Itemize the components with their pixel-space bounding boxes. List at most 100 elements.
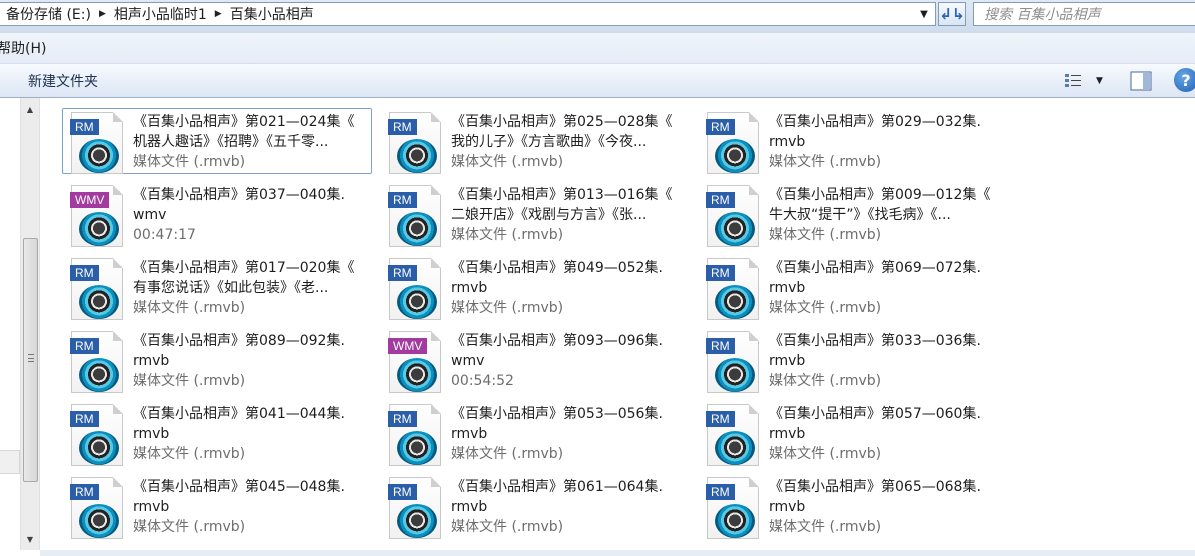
wmv-file-icon: WMV: [385, 331, 443, 393]
file-name-line: 《百集小品相声》第033—036集.: [769, 333, 981, 349]
file-item[interactable]: RM 《百集小品相声》第057—060集. rmvb 媒体文件 (.rmvb): [698, 400, 1008, 466]
file-name-line: 《百集小品相声》第069—072集.: [769, 260, 981, 276]
file-name-line: 有事您说话》《如此包装》《老...: [133, 280, 329, 296]
file-type-badge: RM: [70, 265, 99, 281]
preview-pane-icon: [1130, 71, 1152, 91]
file-details: 媒体文件 (.rmvb): [769, 519, 882, 535]
file-details: 媒体文件 (.rmvb): [451, 227, 564, 243]
media-reel-icon: [397, 431, 437, 465]
media-reel-icon: [79, 285, 119, 319]
file-label: 《百集小品相声》第009—012集《 牛大叔“提干”》《找毛病》《... 媒体文件 …: [769, 185, 1009, 245]
rmvb-file-icon: RM: [703, 331, 761, 393]
file-name-line: rmvb: [451, 499, 488, 515]
breadcrumb-separator-icon[interactable]: ▶: [213, 9, 224, 19]
refresh-button[interactable]: ↲↳: [938, 2, 966, 26]
file-name-line: 《百集小品相声》第089—092集.: [133, 333, 345, 349]
change-view-button[interactable]: ▼: [1060, 70, 1108, 92]
file-item[interactable]: RM 《百集小品相声》第029—032集. rmvb 媒体文件 (.rmvb): [698, 108, 1008, 174]
breadcrumb-drive[interactable]: 备份存储 (E:): [0, 4, 97, 24]
file-list[interactable]: RM 《百集小品相声》第021—024集《 机器人趣话》《招聘》《五千零... 媒体文…: [40, 98, 1195, 550]
file-details: 媒体文件 (.rmvb): [451, 300, 564, 316]
file-label: 《百集小品相声》第069—072集. rmvb 媒体文件 (.rmvb): [769, 258, 1009, 318]
address-bar[interactable]: 备份存储 (E:) ▶ 相声小品临时1 ▶ 百集小品相声 ▼: [0, 2, 936, 26]
file-name-line: 《百集小品相声》第037—040集.: [133, 187, 345, 203]
file-item[interactable]: RM 《百集小品相声》第017—020集《 有事您说话》《如此包装》《老... 媒体文…: [62, 254, 372, 320]
file-details: 媒体文件 (.rmvb): [133, 373, 246, 389]
file-label: 《百集小品相声》第017—020集《 有事您说话》《如此包装》《老... 媒体文件 …: [133, 258, 373, 318]
preview-pane-button[interactable]: [1130, 71, 1152, 91]
help-icon[interactable]: ?: [1174, 68, 1195, 92]
file-item[interactable]: RM 《百集小品相声》第069—072集. rmvb 媒体文件 (.rmvb): [698, 254, 1008, 320]
media-reel-icon: [715, 431, 755, 465]
file-item[interactable]: RM 《百集小品相声》第009—012集《 牛大叔“提干”》《找毛病》《... 媒体文…: [698, 181, 1008, 247]
file-item[interactable]: WMV 《百集小品相声》第093—096集. wmv 00:54:52: [380, 327, 690, 393]
search-input[interactable]: 搜索 百集小品相声: [973, 2, 1195, 26]
file-name-line: rmvb: [769, 353, 806, 369]
file-label: 《百集小品相声》第093—096集. wmv 00:54:52: [451, 331, 691, 391]
file-item[interactable]: RM 《百集小品相声》第021—024集《 机器人趣话》《招聘》《五千零... 媒体文…: [62, 108, 372, 174]
file-details: 媒体文件 (.rmvb): [769, 446, 882, 462]
file-name-line: wmv: [451, 353, 485, 369]
file-name-line: rmvb: [133, 426, 170, 442]
file-details: 媒体文件 (.rmvb): [769, 373, 882, 389]
file-item[interactable]: RM 《百集小品相声》第065—068集. rmvb 媒体文件 (.rmvb): [698, 473, 1008, 539]
file-name-line: 机器人趣话》《招聘》《五千零...: [133, 134, 329, 150]
file-label: 《百集小品相声》第041—044集. rmvb 媒体文件 (.rmvb): [133, 404, 373, 464]
file-name-line: 《百集小品相声》第053—056集.: [451, 406, 663, 422]
file-item[interactable]: RM 《百集小品相声》第033—036集. rmvb 媒体文件 (.rmvb): [698, 327, 1008, 393]
media-reel-icon: [715, 358, 755, 392]
file-type-badge: RM: [706, 338, 735, 354]
breadcrumb-current-folder[interactable]: 百集小品相声: [224, 4, 320, 24]
file-label: 《百集小品相声》第029—032集. rmvb 媒体文件 (.rmvb): [769, 112, 1009, 172]
vertical-scrollbar[interactable]: ▲ ▼: [20, 98, 40, 550]
media-reel-icon: [79, 358, 119, 392]
file-name-line: 《百集小品相声》第017—020集《: [133, 260, 355, 276]
rmvb-file-icon: RM: [385, 258, 443, 320]
file-type-badge: RM: [706, 484, 735, 500]
breadcrumb-separator-icon[interactable]: ▶: [97, 9, 108, 19]
new-folder-button[interactable]: 新建文件夹: [28, 71, 98, 91]
navigation-pane[interactable]: [0, 98, 20, 556]
rmvb-file-icon: RM: [385, 477, 443, 539]
file-name-line: rmvb: [769, 426, 806, 442]
rmvb-file-icon: RM: [385, 112, 443, 174]
scroll-down-icon[interactable]: ▼: [21, 530, 39, 548]
file-details: 媒体文件 (.rmvb): [133, 446, 246, 462]
media-reel-icon: [715, 212, 755, 246]
file-details: 00:54:52: [451, 373, 514, 389]
scrollbar-thumb[interactable]: [23, 238, 38, 482]
file-item[interactable]: WMV 《百集小品相声》第037—040集. wmv 00:47:17: [62, 181, 372, 247]
file-type-badge: RM: [388, 119, 417, 135]
media-reel-icon: [397, 358, 437, 392]
file-item[interactable]: RM 《百集小品相声》第061—064集. rmvb 媒体文件 (.rmvb): [380, 473, 690, 539]
file-label: 《百集小品相声》第053—056集. rmvb 媒体文件 (.rmvb): [451, 404, 691, 464]
media-reel-icon: [397, 212, 437, 246]
navigation-pane-selection[interactable]: [0, 450, 20, 474]
chevron-down-icon[interactable]: ▼: [1096, 76, 1103, 86]
file-type-badge: RM: [706, 411, 735, 427]
file-item[interactable]: RM 《百集小品相声》第041—044集. rmvb 媒体文件 (.rmvb): [62, 400, 372, 466]
file-name-line: 《百集小品相声》第009—012集《: [769, 187, 991, 203]
file-item[interactable]: RM 《百集小品相声》第025—028集《 我的儿子》《方言歌曲》《今夜... 媒体文…: [380, 108, 690, 174]
breadcrumb-folder[interactable]: 相声小品临时1: [108, 4, 213, 24]
media-reel-icon: [79, 504, 119, 538]
file-item[interactable]: RM 《百集小品相声》第089—092集. rmvb 媒体文件 (.rmvb): [62, 327, 372, 393]
file-item[interactable]: RM 《百集小品相声》第049—052集. rmvb 媒体文件 (.rmvb): [380, 254, 690, 320]
file-name-line: rmvb: [769, 134, 806, 150]
file-name-line: rmvb: [133, 353, 170, 369]
menu-item-help[interactable]: 帮助(H): [0, 38, 46, 58]
file-label: 《百集小品相声》第013—016集《 二娘开店》《戏剧与方言》《张... 媒体文件 …: [451, 185, 691, 245]
rmvb-file-icon: RM: [703, 112, 761, 174]
file-details: 00:47:17: [133, 227, 196, 243]
file-type-badge: RM: [388, 265, 417, 281]
chevron-down-icon[interactable]: ▼: [917, 3, 931, 25]
rmvb-file-icon: RM: [67, 331, 125, 393]
file-name-line: 二娘开店》《戏剧与方言》《张...: [451, 207, 647, 223]
file-type-badge: RM: [706, 192, 735, 208]
file-item[interactable]: RM 《百集小品相声》第053—056集. rmvb 媒体文件 (.rmvb): [380, 400, 690, 466]
scroll-up-icon[interactable]: ▲: [21, 100, 39, 118]
file-item[interactable]: RM 《百集小品相声》第013—016集《 二娘开店》《戏剧与方言》《张... 媒体文…: [380, 181, 690, 247]
rmvb-file-icon: RM: [67, 258, 125, 320]
file-item[interactable]: RM 《百集小品相声》第045—048集. rmvb 媒体文件 (.rmvb): [62, 473, 372, 539]
media-reel-icon: [79, 139, 119, 173]
